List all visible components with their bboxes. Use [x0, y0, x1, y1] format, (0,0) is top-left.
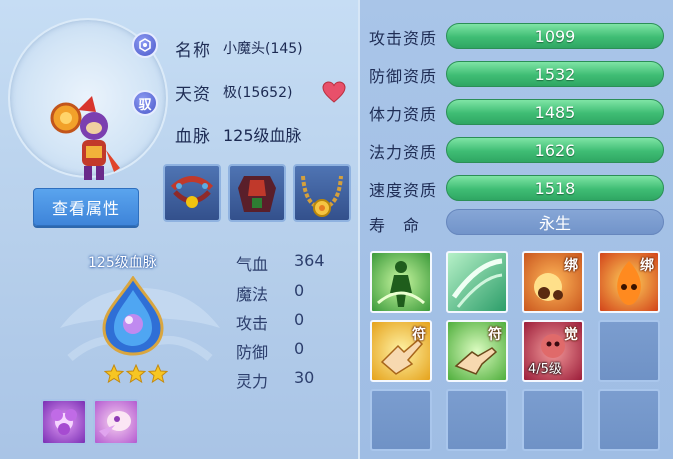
talent-label: 天资 [175, 85, 211, 105]
pet-model [50, 96, 120, 180]
skill-slot-empty[interactable] [598, 389, 660, 451]
skill-slot-1[interactable] [370, 251, 432, 313]
armor-icon [238, 176, 276, 212]
emblem-icon[interactable] [132, 32, 158, 58]
bloodline-value: 125级血脉 [223, 126, 302, 145]
aptitude-label-speed: 速度资质 [369, 181, 438, 200]
aptitude-label-defense: 防御资质 [369, 67, 438, 86]
aptitude-label-stamina: 体力资质 [369, 105, 438, 124]
aptitude-bar-defense: 1532 [446, 61, 664, 87]
skill-tag: 觉 [564, 327, 578, 343]
bloodline-skill-1[interactable] [41, 399, 87, 445]
lifespan-label: 寿 命 [369, 216, 421, 235]
attr-value-attack: 0 [294, 310, 305, 329]
skill-slot-empty[interactable] [522, 389, 584, 451]
lifespan-value: 永生 [446, 209, 664, 235]
wind-slash-icon [451, 258, 503, 308]
creature-icon [99, 411, 131, 437]
attr-value-spirit: 30 [294, 368, 315, 387]
view-attributes-button[interactable]: 查看属性 [33, 188, 139, 226]
skill-slot-4[interactable]: 绑 [598, 251, 660, 313]
aptitude-bar-attack: 1099 [446, 23, 664, 49]
attr-value-defense: 0 [294, 339, 305, 358]
figure-buff-icon [377, 261, 425, 307]
attr-label-mp: 魔法 [236, 285, 269, 304]
skill-tag: 符 [412, 327, 426, 343]
skill-slot-empty[interactable] [598, 320, 660, 382]
name-label: 名称 [175, 41, 211, 61]
attr-label-spirit: 灵力 [236, 372, 269, 391]
skill-slot-3[interactable]: 绑 [522, 251, 584, 313]
bloodline-label: 血脉 [175, 127, 211, 147]
bloodline-orb-icon[interactable] [98, 276, 168, 356]
equip-slot-armor[interactable] [228, 164, 286, 222]
talent-value: 极(15652) [223, 85, 293, 101]
skill-slot-6[interactable]: 符 [446, 320, 508, 382]
bloodline-title: 125级血脉 [88, 255, 157, 271]
name-value: 小魔头(145) [223, 41, 303, 57]
skill-tag: 绑 [564, 258, 578, 274]
star-icon [126, 364, 146, 384]
heart-icon[interactable] [322, 81, 346, 103]
skill-level: 4/5级 [528, 362, 562, 377]
flower-icon [51, 409, 77, 435]
attr-label-defense: 防御 [236, 343, 269, 362]
attr-value-mp: 0 [294, 281, 305, 300]
bloodline-skill-2[interactable] [93, 399, 139, 445]
skill-tag: 符 [488, 327, 502, 343]
bind-badge-icon[interactable]: 驭 [132, 90, 158, 116]
aptitude-label-attack: 攻击资质 [369, 29, 438, 48]
aptitude-label-magic: 法力资质 [369, 143, 438, 162]
equip-slot-necklace[interactable] [293, 164, 351, 222]
equip-slot-collar[interactable] [163, 164, 221, 222]
attr-value-hp: 364 [294, 251, 325, 270]
skill-tag: 绑 [640, 258, 654, 274]
skill-slot-5[interactable]: 符 [370, 320, 432, 382]
skill-slot-empty[interactable] [370, 389, 432, 451]
attr-label-hp: 气血 [236, 255, 269, 274]
skill-slot-7[interactable]: 觉 4/5级 [522, 320, 584, 382]
skill-slot-empty[interactable] [446, 389, 508, 451]
aptitude-bar-stamina: 1485 [446, 99, 664, 125]
star-icon [148, 364, 168, 384]
star-icon [104, 364, 124, 384]
aptitude-bar-speed: 1518 [446, 175, 664, 201]
skill-slot-2[interactable] [446, 251, 508, 313]
attr-label-attack: 攻击 [236, 314, 269, 333]
necklace-icon [301, 175, 343, 217]
aptitude-bar-magic: 1626 [446, 137, 664, 163]
collar-icon [170, 176, 214, 208]
